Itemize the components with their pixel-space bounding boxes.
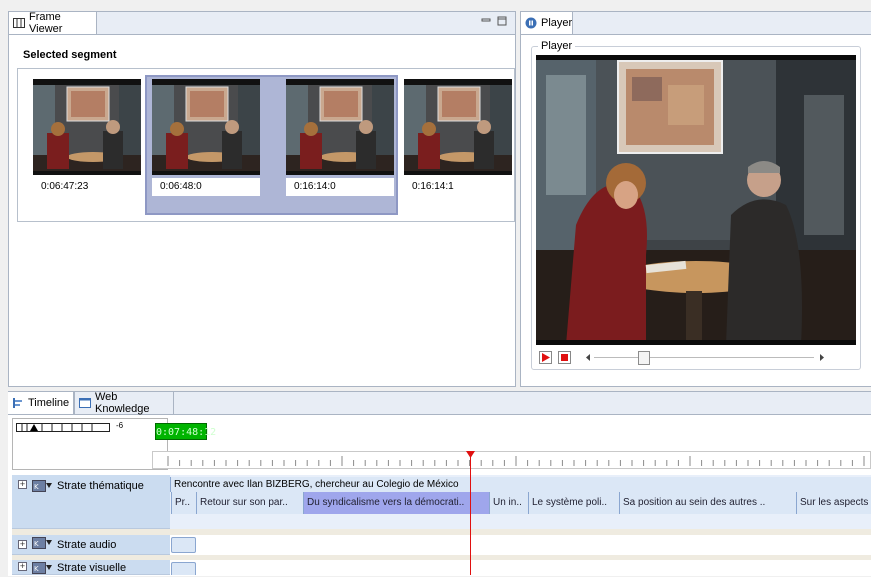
tab-player-label: Player — [541, 17, 573, 29]
tab-player[interactable]: Player — [521, 12, 573, 34]
frame-thumbnail-4[interactable]: 0:16:14:1 — [401, 79, 515, 199]
current-timecode: 0:07:48:12 — [155, 423, 216, 440]
web-knowledge-icon — [79, 397, 91, 409]
frame-thumbnail-1[interactable]: 0:06:47:23 — [30, 79, 144, 199]
stratum-type-icon: K — [32, 537, 52, 552]
minimize-icon[interactable] — [481, 15, 491, 25]
playhead-line[interactable] — [470, 452, 471, 575]
video-display[interactable] — [536, 55, 856, 345]
maximize-icon[interactable] — [497, 16, 507, 26]
frame-image — [33, 79, 141, 175]
frame-image — [286, 79, 394, 175]
player-tabbar: Player — [521, 12, 871, 35]
tab-timeline-label: Timeline — [28, 397, 70, 409]
svg-text:K: K — [34, 565, 39, 573]
stratum-title-segment[interactable]: Rencontre avec Ilan BIZBERG, chercheur a… — [170, 477, 871, 492]
seek-right-arrow-icon[interactable] — [818, 353, 826, 362]
seek-left-arrow-icon[interactable] — [584, 353, 592, 362]
stratum-header-audio[interactable]: + K Strate audio — [12, 535, 170, 555]
tab-frame-viewer[interactable]: Frame Viewer — [9, 11, 97, 35]
play-button[interactable] — [539, 351, 552, 364]
player-group-label: Player — [538, 40, 576, 52]
film-strip-icon — [13, 17, 25, 29]
stratum-label: Strate audio — [57, 538, 117, 551]
segment-item[interactable]: Un in.. — [489, 492, 528, 514]
segment-item[interactable]: Sa position au sein des autres .. — [619, 492, 796, 514]
selected-segment-heading: Selected segment — [23, 49, 117, 61]
frame-image — [152, 79, 260, 175]
frame-image — [404, 79, 512, 175]
frame-viewer-panel: Frame Viewer Selected segment 0:06:47:23… — [8, 11, 516, 387]
frame-timecode: 0:06:47:23 — [33, 178, 141, 196]
expand-icon[interactable]: + — [18, 540, 27, 549]
player-panel: Player Player — [520, 11, 871, 387]
playhead-marker-icon[interactable] — [466, 449, 475, 458]
tab-web-knowledge[interactable]: Web Knowledge — [74, 391, 174, 415]
frame-timecode: 0:16:14:0 — [286, 178, 394, 196]
svg-text:K: K — [34, 540, 39, 548]
stratum-header-thematique[interactable]: + K Strate thématique — [12, 475, 170, 529]
segment-item[interactable]: Le système poli.. — [528, 492, 619, 514]
segment-item[interactable]: Retour sur son par.. — [196, 492, 303, 514]
player-icon — [525, 17, 537, 29]
time-ruler[interactable] — [152, 451, 871, 469]
segment-item[interactable]: Pr.. — [171, 492, 196, 514]
stratum-track-audio — [170, 535, 871, 555]
audio-segment[interactable] — [171, 537, 196, 553]
timeline-tabbar: Timeline Web Knowledge — [8, 391, 871, 415]
zoom-value: -6 — [116, 421, 124, 430]
frame-thumbnail-3[interactable]: 0:16:14:0 — [283, 79, 397, 199]
player-group: Player — [531, 40, 861, 370]
frame-timecode: 0:06:48:0 — [152, 178, 260, 196]
frame-viewer-tabbar: Frame Viewer — [9, 11, 515, 35]
frame-thumbnail-2[interactable]: 0:06:48:0 — [149, 79, 263, 199]
segment-item-active[interactable]: Du syndicalisme vers la démocrati.. — [303, 492, 489, 514]
visual-segment[interactable] — [171, 562, 196, 575]
expand-icon[interactable]: + — [18, 562, 27, 571]
seek-slider-track[interactable] — [594, 357, 814, 358]
tab-web-knowledge-label: Web Knowledge — [95, 391, 150, 415]
seek-slider-thumb[interactable] — [638, 351, 650, 365]
tab-frame-viewer-label: Frame Viewer — [29, 11, 63, 35]
tab-timeline[interactable]: Timeline — [8, 392, 74, 414]
frame-timecode: 0:16:14:1 — [404, 178, 512, 196]
svg-text:K: K — [34, 483, 39, 491]
zoom-slider[interactable] — [16, 423, 110, 432]
timeline-icon — [12, 397, 24, 409]
frame-strip: 0:06:47:23 0:06:48:0 0:16:14:0 0:16:14:1 — [17, 68, 515, 222]
stratum-label: Strate visuelle — [57, 562, 127, 574]
stratum-type-icon: K — [32, 480, 52, 495]
expand-icon[interactable]: + — [18, 480, 27, 489]
stratum-label: Strate thématique — [57, 480, 144, 492]
stop-button[interactable] — [558, 351, 571, 364]
zoom-control-box: -6 — [12, 418, 168, 470]
segment-item[interactable]: Sur les aspects t — [796, 492, 871, 514]
stratum-header-visuelle[interactable]: + K Strate visuelle — [12, 560, 170, 575]
